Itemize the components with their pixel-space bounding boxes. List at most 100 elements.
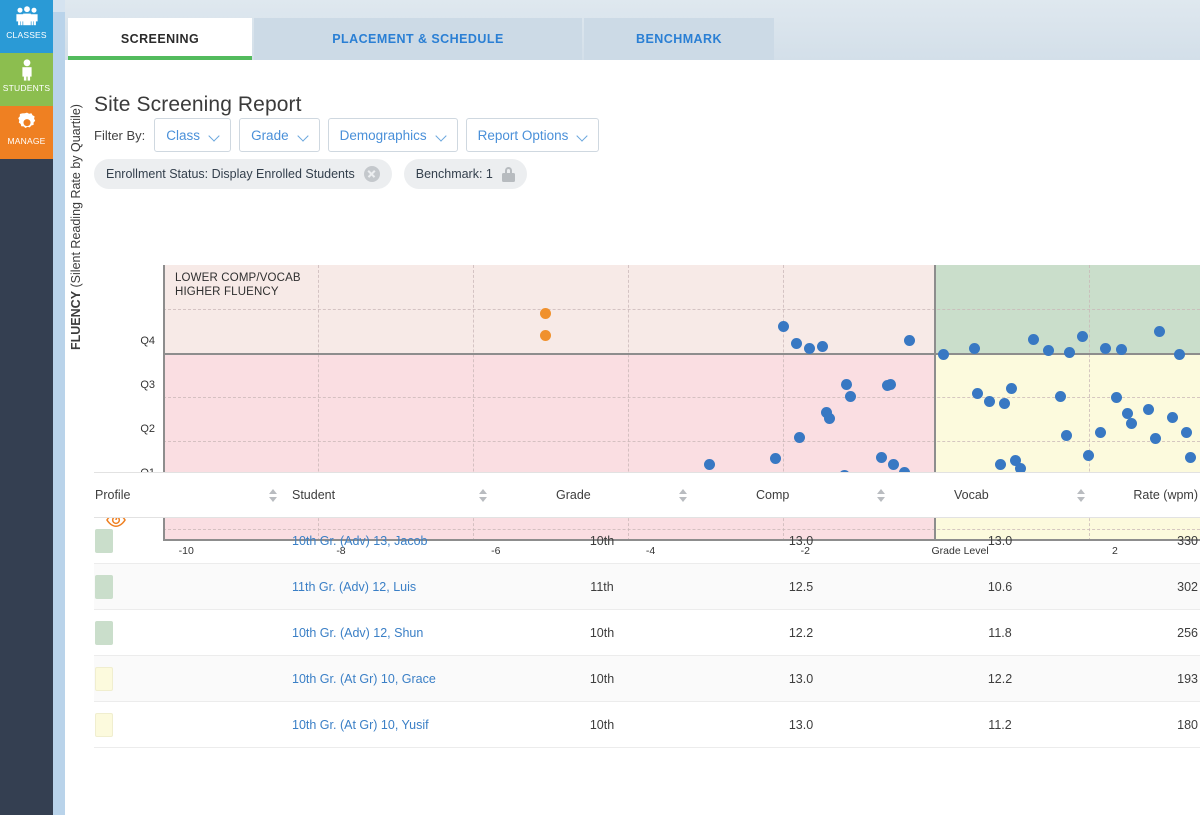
profile-swatch-green (95, 529, 113, 553)
chart-point-blue-dot[interactable] (904, 335, 915, 346)
tab-placement-label: PLACEMENT & SCHEDULE (332, 32, 504, 46)
chart-point-blue-dot[interactable] (885, 379, 896, 390)
chart-point-blue-dot[interactable] (1006, 383, 1017, 394)
sort-icon[interactable] (1077, 489, 1086, 502)
table-cell-grade: 10th (502, 672, 702, 686)
chart-point-blue-dot[interactable] (817, 341, 828, 352)
table-header-rate-label: Rate (wpm) (1133, 488, 1198, 502)
chart-ytick-q2: Q2 (125, 423, 155, 435)
table-cell-comp: 13.0 (702, 718, 900, 732)
table-row[interactable]: 10th Gr. (At Gr) 10, Yusif10th13.011.218… (94, 702, 1200, 748)
table-cell-rate: 302 (1100, 580, 1200, 594)
table-header-comp-label: Comp (756, 488, 789, 502)
chart-point-blue-dot[interactable] (1167, 412, 1178, 423)
chart-point-blue-dot[interactable] (1150, 433, 1161, 444)
chart-point-blue-dot[interactable] (704, 459, 715, 470)
table-header-comp[interactable]: Comp (702, 488, 900, 502)
sort-icon[interactable] (479, 489, 488, 502)
sidebar-item-manage[interactable]: MANAGE (0, 106, 53, 159)
chart-point-blue-dot[interactable] (841, 379, 852, 390)
student-link[interactable]: 11th Gr. (Adv) 12, Luis (292, 580, 416, 594)
chart-point-blue-dot[interactable] (1077, 331, 1088, 342)
chart-point-blue-dot[interactable] (995, 459, 1006, 470)
filter-grade-dropdown[interactable]: Grade (239, 118, 320, 152)
tab-benchmark[interactable]: BENCHMARK (584, 18, 774, 60)
table-cell-student: 10th Gr. (At Gr) 10, Yusif (292, 718, 502, 732)
chart-point-blue-dot[interactable] (972, 388, 983, 399)
table-row[interactable]: 10th Gr. (Adv) 12, Shun10th12.211.8256 (94, 610, 1200, 656)
chart-point-blue-dot[interactable] (1064, 347, 1075, 358)
table-row[interactable]: 10th Gr. (At Gr) 10, Grace10th13.012.219… (94, 656, 1200, 702)
chart-point-blue-dot[interactable] (1174, 349, 1185, 360)
table-header-row: Profile Student Grade Comp Vocab (94, 472, 1200, 518)
tab-placement-and-schedule[interactable]: PLACEMENT & SCHEDULE (254, 18, 582, 60)
lock-icon (502, 167, 515, 182)
table-cell-rate: 180 (1100, 718, 1200, 732)
sidebar-item-classes[interactable]: CLASSES (0, 0, 53, 53)
chart-ytick-q3: Q3 (125, 379, 155, 391)
table-cell-grade: 10th (502, 718, 702, 732)
sidebar-divider-top (53, 0, 65, 12)
table-header-vocab[interactable]: Vocab (900, 488, 1100, 502)
filter-demographics-dropdown[interactable]: Demographics (328, 118, 458, 152)
sort-icon[interactable] (877, 489, 886, 502)
chart-point-blue-dot[interactable] (969, 343, 980, 354)
table-cell-comp: 13.0 (702, 534, 900, 548)
table-cell-comp: 12.5 (702, 580, 900, 594)
sidebar-divider (53, 0, 65, 815)
table-header-vocab-label: Vocab (954, 488, 989, 502)
chip-enrollment-status[interactable]: Enrollment Status: Display Enrolled Stud… (94, 159, 392, 189)
chart-point-blue-dot[interactable] (1083, 450, 1094, 461)
close-icon[interactable] (364, 166, 380, 182)
table-header-profile[interactable]: Profile (94, 488, 292, 502)
table-row[interactable]: 11th Gr. (Adv) 12, Luis 11th12.510.6302 (94, 564, 1200, 610)
filter-demographics-label: Demographics (340, 128, 427, 143)
student-link[interactable]: 10th Gr. (At Gr) 10, Yusif (292, 718, 429, 732)
profile-swatch-green (95, 575, 113, 599)
chart-point-blue-dot[interactable] (1116, 344, 1127, 355)
chart-point-blue-dot[interactable] (1126, 418, 1137, 429)
chart-point-blue-dot[interactable] (999, 398, 1010, 409)
chart-y-axis-label-main: FLUENCY (69, 291, 83, 350)
student-link[interactable]: 10th Gr. (Adv) 13, Jacob (292, 534, 428, 548)
people-group-icon (15, 5, 39, 29)
sidebar-item-students[interactable]: STUDENTS (0, 53, 53, 106)
filter-class-label: Class (166, 128, 200, 143)
sort-icon[interactable] (679, 489, 688, 502)
table-cell-rate: 193 (1100, 672, 1200, 686)
sidebar-item-manage-label: MANAGE (7, 136, 45, 146)
chart-point-blue-dot[interactable] (778, 321, 789, 332)
table-cell-student: 11th Gr. (Adv) 12, Luis (292, 580, 502, 594)
table-cell-vocab: 10.6 (900, 580, 1100, 594)
filter-class-dropdown[interactable]: Class (154, 118, 231, 152)
sort-icon[interactable] (269, 489, 278, 502)
table-cell-grade: 11th (502, 580, 702, 594)
chart-point-blue-dot[interactable] (845, 391, 856, 402)
student-results-table: Profile Student Grade Comp Vocab (94, 472, 1200, 748)
student-link[interactable]: 10th Gr. (At Gr) 10, Grace (292, 672, 436, 686)
chart-point-blue-dot[interactable] (876, 452, 887, 463)
chip-enrollment-status-label: Enrollment Status: Display Enrolled Stud… (106, 167, 355, 181)
table-row[interactable]: 10th Gr. (Adv) 13, Jacob10th13.013.0330 (94, 518, 1200, 564)
table-header-rate[interactable]: Rate (wpm) (1100, 488, 1200, 502)
tab-bar: SCREENING PLACEMENT & SCHEDULE BENCHMARK (65, 0, 1200, 60)
table-header-grade[interactable]: Grade (502, 488, 702, 502)
chip-benchmark-label: Benchmark: 1 (416, 167, 493, 181)
student-link[interactable]: 10th Gr. (Adv) 12, Shun (292, 626, 423, 640)
chart-point-blue-dot[interactable] (791, 338, 802, 349)
table-header-student[interactable]: Student (292, 488, 502, 502)
chart-point-blue-dot[interactable] (938, 349, 949, 360)
chip-benchmark[interactable]: Benchmark: 1 (404, 159, 527, 189)
chart-point-blue-dot[interactable] (1185, 452, 1196, 463)
filter-report-options-dropdown[interactable]: Report Options (466, 118, 600, 152)
chart-point-blue-dot[interactable] (1181, 427, 1192, 438)
chart-point-orange-dot[interactable] (540, 330, 551, 341)
chart-ytick-q4: Q4 (125, 335, 155, 347)
chart-point-blue-dot[interactable] (1028, 334, 1039, 345)
chart-point-blue-dot[interactable] (888, 459, 899, 470)
chart-y-axis-label-sub: (Silent Reading Rate by Quartile) (69, 104, 83, 287)
table-cell-vocab: 12.2 (900, 672, 1100, 686)
table-cell-comp: 12.2 (702, 626, 900, 640)
table-cell-student: 10th Gr. (At Gr) 10, Grace (292, 672, 502, 686)
tab-screening[interactable]: SCREENING (68, 18, 252, 60)
